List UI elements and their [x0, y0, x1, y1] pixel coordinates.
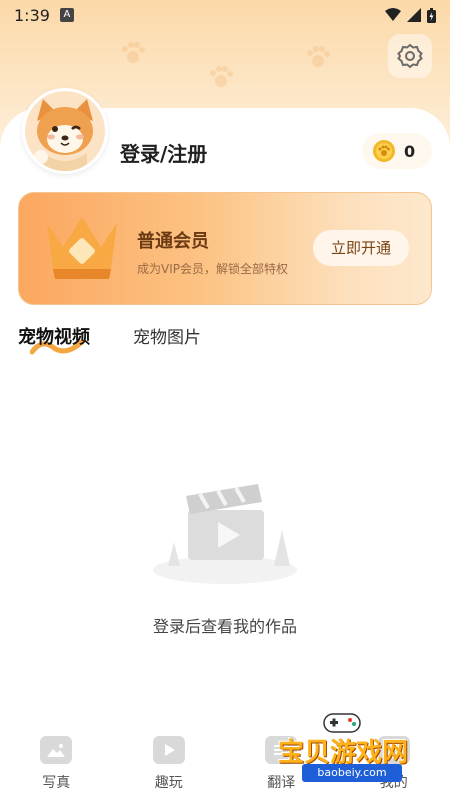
nav-label-photos: 写真: [42, 775, 71, 791]
nav-label-fun: 趣玩: [154, 775, 183, 791]
empty-state-message: 登录后查看我的作品: [152, 617, 297, 636]
status-time: 1:39: [14, 5, 50, 25]
wifi-icon: [385, 8, 401, 21]
coin-balance[interactable]: 0: [362, 133, 432, 169]
gear-icon: [397, 43, 423, 69]
gamepad-icon: [323, 713, 361, 733]
crown-icon: [47, 217, 117, 279]
tab-pet-videos[interactable]: 宠物视频: [18, 323, 90, 349]
coin-count: 0: [404, 141, 416, 161]
watermark-logo: 宝贝游戏网 baobeiy.com: [278, 708, 428, 788]
vip-membership-card[interactable]: 普通会员 成为VIP会员，解锁全部特权 立即开通: [18, 192, 432, 305]
avatar[interactable]: [22, 88, 108, 174]
status-bar: 1:39 A: [0, 0, 450, 30]
signal-icon: [407, 8, 421, 22]
tab-pet-photos[interactable]: 宠物图片: [133, 323, 201, 348]
activate-vip-button[interactable]: 立即开通: [313, 230, 409, 266]
paw-decoration-icon: [210, 66, 233, 87]
status-icons: [385, 7, 436, 23]
coin-icon: [373, 140, 395, 162]
video-play-icon: [152, 736, 185, 764]
image-icon: [40, 736, 73, 764]
paw-decoration-icon: [122, 42, 145, 63]
watermark-url: baobeiy.com: [302, 764, 402, 782]
settings-button[interactable]: [388, 34, 432, 78]
login-register-link[interactable]: 登录/注册: [120, 138, 207, 167]
nav-item-photos[interactable]: 写真: [0, 728, 113, 800]
battery-icon: [427, 7, 436, 23]
paw-decoration-icon: [307, 46, 330, 67]
vip-subtitle: 成为VIP会员，解锁全部特权: [137, 262, 288, 276]
nav-item-fun[interactable]: 趣玩: [113, 728, 226, 800]
vip-title: 普通会员: [137, 231, 209, 252]
status-indicator: A: [59, 8, 74, 22]
shiba-avatar-icon: [25, 91, 105, 171]
empty-video-illustration-icon: [153, 484, 297, 584]
